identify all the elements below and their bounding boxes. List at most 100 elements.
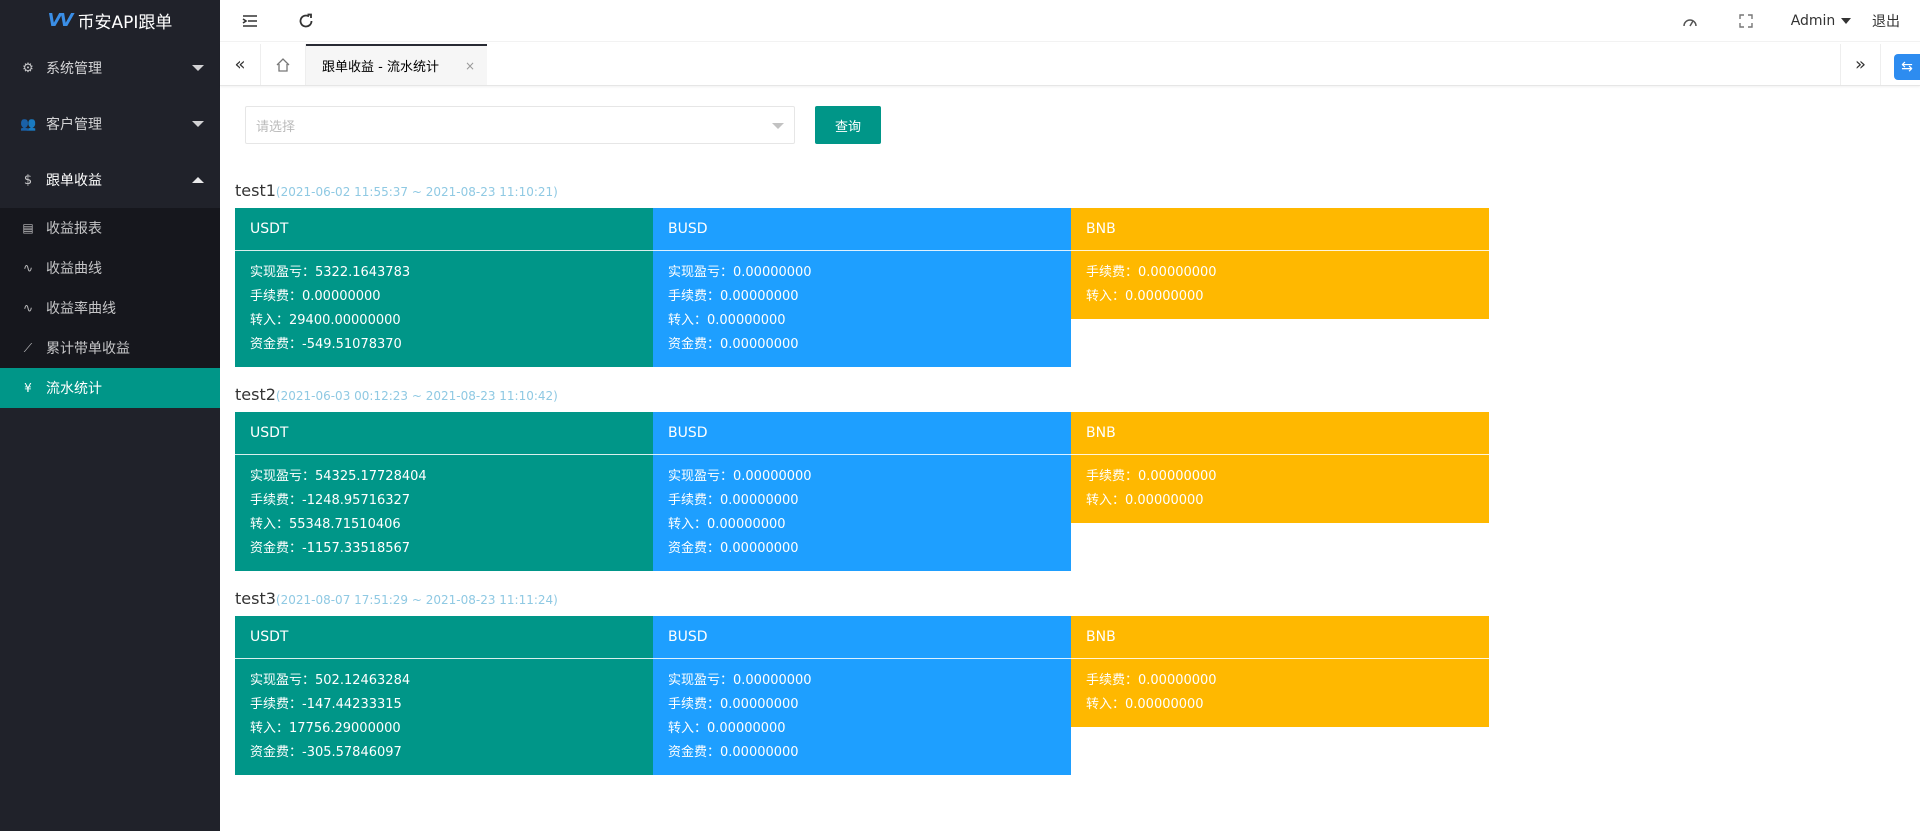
sidebar: VV 币安API跟单 ⚙ 系统管理 👥 客户管理 $ 跟单收益 ▤ 收益报表 ∿… xyxy=(0,0,220,831)
busd-card: BUSD 实现盈亏：0.00000000 手续费：0.00000000 转入：0… xyxy=(653,208,1071,367)
sidebar-submenu: ▤ 收益报表 ∿ 收益曲线 ∿ 收益率曲线 ⟋ 累计带单收益 ¥ 流水统计 xyxy=(0,208,220,408)
card-line: 实现盈亏：54325.17728404 xyxy=(250,469,427,484)
card-line: 手续费：0.00000000 xyxy=(1086,673,1217,688)
clipboard-icon: ▤ xyxy=(22,221,34,235)
home-icon[interactable] xyxy=(260,44,306,85)
app-logo[interactable]: VV 币安API跟单 xyxy=(0,0,220,40)
top-header: Admin 退出 xyxy=(220,0,1920,42)
chevron-up-icon xyxy=(192,177,204,183)
card-line: 实现盈亏：502.12463284 xyxy=(250,673,411,688)
sidebar-item-cumulative-profit[interactable]: ⟋ 累计带单收益 xyxy=(0,328,220,368)
sidebar-item-profit-curve[interactable]: ∿ 收益曲线 xyxy=(0,248,220,288)
sidebar-item-profit-report[interactable]: ▤ 收益报表 xyxy=(0,208,220,248)
card-line: 转入：17756.29000000 xyxy=(250,721,401,736)
card-line: 手续费：0.00000000 xyxy=(668,289,799,304)
pulse-icon: ∿ xyxy=(22,301,34,315)
account-name: test1 xyxy=(235,181,276,200)
account-title: test2(2021-06-03 00:12:23 ~ 2021-08-23 1… xyxy=(235,384,558,406)
busd-card: BUSD 实现盈亏：0.00000000 手续费：0.00000000 转入：0… xyxy=(653,616,1071,775)
menu-toggle-icon[interactable] xyxy=(238,0,262,42)
money-circle-icon: $ xyxy=(23,172,33,188)
logout-link[interactable]: 退出 xyxy=(1868,0,1904,42)
query-button[interactable]: 查询 xyxy=(815,106,881,144)
gear-icon: ⚙ xyxy=(22,60,34,76)
chevron-down-icon xyxy=(1841,18,1852,24)
account-select[interactable]: 请选择 xyxy=(245,106,795,144)
sidebar-group-customers[interactable]: 👥 客户管理 xyxy=(0,96,220,152)
card-title: BNB xyxy=(1071,208,1489,251)
sidebar-item-rate-curve[interactable]: ∿ 收益率曲线 xyxy=(0,288,220,328)
card-line: 资金费：-305.57846097 xyxy=(250,745,402,760)
card-line: 实现盈亏：0.00000000 xyxy=(668,469,812,484)
card-line: 手续费：0.00000000 xyxy=(668,697,799,712)
sidebar-group-label: 客户管理 xyxy=(46,117,102,133)
usdt-card: USDT 实现盈亏：502.12463284 手续费：-147.44233315… xyxy=(235,616,653,775)
card-line: 实现盈亏：5322.1643783 xyxy=(250,265,411,280)
tab-scroll-left-icon[interactable]: « xyxy=(220,44,260,85)
account-section: test2(2021-06-03 00:12:23 ~ 2021-08-23 1… xyxy=(235,384,1489,571)
card-title: BUSD xyxy=(653,412,1071,455)
card-title: BUSD xyxy=(653,616,1071,659)
sidebar-item-label: 收益报表 xyxy=(46,221,102,237)
card-title: USDT xyxy=(235,208,653,251)
sidebar-item-label: 累计带单收益 xyxy=(46,341,130,357)
sidebar-item-label: 收益率曲线 xyxy=(46,301,116,317)
card-line: 转入：0.00000000 xyxy=(1086,289,1204,304)
account-title: test1(2021-06-02 11:55:37 ~ 2021-08-23 1… xyxy=(235,180,558,202)
account-name: test2 xyxy=(235,385,276,404)
card-title: BNB xyxy=(1071,616,1489,659)
account-title: test3(2021-08-07 17:51:29 ~ 2021-08-23 1… xyxy=(235,588,558,610)
main-content: 请选择 查询 test1(2021-06-02 11:55:37 ~ 2021-… xyxy=(220,86,1920,831)
account-name: test3 xyxy=(235,589,276,608)
account-range: (2021-06-02 11:55:37 ~ 2021-08-23 11:10:… xyxy=(275,185,558,199)
translate-float-icon[interactable]: ⇆ xyxy=(1894,54,1920,80)
app-title: 币安API跟单 xyxy=(77,12,173,33)
bnb-card: BNB 手续费：0.00000000 转入：0.00000000 xyxy=(1071,208,1489,319)
chevron-down-icon xyxy=(772,123,784,129)
card-line: 资金费：0.00000000 xyxy=(668,337,799,352)
chevron-down-icon xyxy=(192,121,204,127)
usdt-card: USDT 实现盈亏：5322.1643783 手续费：0.00000000 转入… xyxy=(235,208,653,367)
card-line: 实现盈亏：0.00000000 xyxy=(668,673,812,688)
users-icon: 👥 xyxy=(20,116,37,132)
theme-icon[interactable] xyxy=(1678,0,1702,42)
card-line: 手续费：-1248.95716327 xyxy=(250,493,411,508)
account-range: (2021-06-03 00:12:23 ~ 2021-08-23 11:10:… xyxy=(275,389,558,403)
bnb-card: BNB 手续费：0.00000000 转入：0.00000000 xyxy=(1071,412,1489,523)
account-section: test1(2021-06-02 11:55:37 ~ 2021-08-23 1… xyxy=(235,180,1489,367)
sidebar-group-system[interactable]: ⚙ 系统管理 xyxy=(0,40,220,96)
tab-label: 跟单收益 - 流水统计 xyxy=(322,60,439,75)
bnb-card: BNB 手续费：0.00000000 转入：0.00000000 xyxy=(1071,616,1489,727)
close-icon[interactable]: × xyxy=(465,59,475,73)
card-line: 手续费：0.00000000 xyxy=(1086,469,1217,484)
account-cards: USDT 实现盈亏：5322.1643783 手续费：0.00000000 转入… xyxy=(235,208,1490,368)
account-cards: USDT 实现盈亏：54325.17728404 手续费：-1248.95716… xyxy=(235,412,1490,572)
account-cards: USDT 实现盈亏：502.12463284 手续费：-147.44233315… xyxy=(235,616,1490,776)
card-line: 转入：29400.00000000 xyxy=(250,313,401,328)
card-line: 手续费：0.00000000 xyxy=(1086,265,1217,280)
user-menu[interactable]: Admin xyxy=(1788,0,1854,42)
card-line: 资金费：-1157.33518567 xyxy=(250,541,411,556)
fullscreen-icon[interactable] xyxy=(1734,0,1758,42)
card-line: 手续费：-147.44233315 xyxy=(250,697,402,712)
pulse-icon: ∿ xyxy=(22,261,34,275)
account-section: test3(2021-08-07 17:51:29 ~ 2021-08-23 1… xyxy=(235,588,1489,775)
sidebar-item-flow-stats[interactable]: ¥ 流水统计 xyxy=(0,368,220,408)
sidebar-group-label: 跟单收益 xyxy=(46,173,102,189)
select-placeholder: 请选择 xyxy=(256,119,296,135)
chevron-down-icon xyxy=(192,65,204,71)
tab-bar: « 跟单收益 - 流水统计 × » xyxy=(220,44,1920,86)
card-line: 手续费：0.00000000 xyxy=(250,289,381,304)
card-title: USDT xyxy=(235,412,653,455)
card-line: 转入：0.00000000 xyxy=(668,313,786,328)
card-line: 资金费：0.00000000 xyxy=(668,745,799,760)
card-line: 转入：0.00000000 xyxy=(1086,697,1204,712)
tab-flow-stats[interactable]: 跟单收益 - 流水统计 × xyxy=(306,44,487,85)
card-line: 资金费：-549.51078370 xyxy=(250,337,402,352)
sidebar-group-follow-profit[interactable]: $ 跟单收益 xyxy=(0,152,220,208)
sidebar-group-label: 系统管理 xyxy=(46,61,102,77)
tab-scroll-right-icon[interactable]: » xyxy=(1840,44,1880,85)
refresh-icon[interactable] xyxy=(294,0,318,42)
card-title: BUSD xyxy=(653,208,1071,251)
card-title: BNB xyxy=(1071,412,1489,455)
